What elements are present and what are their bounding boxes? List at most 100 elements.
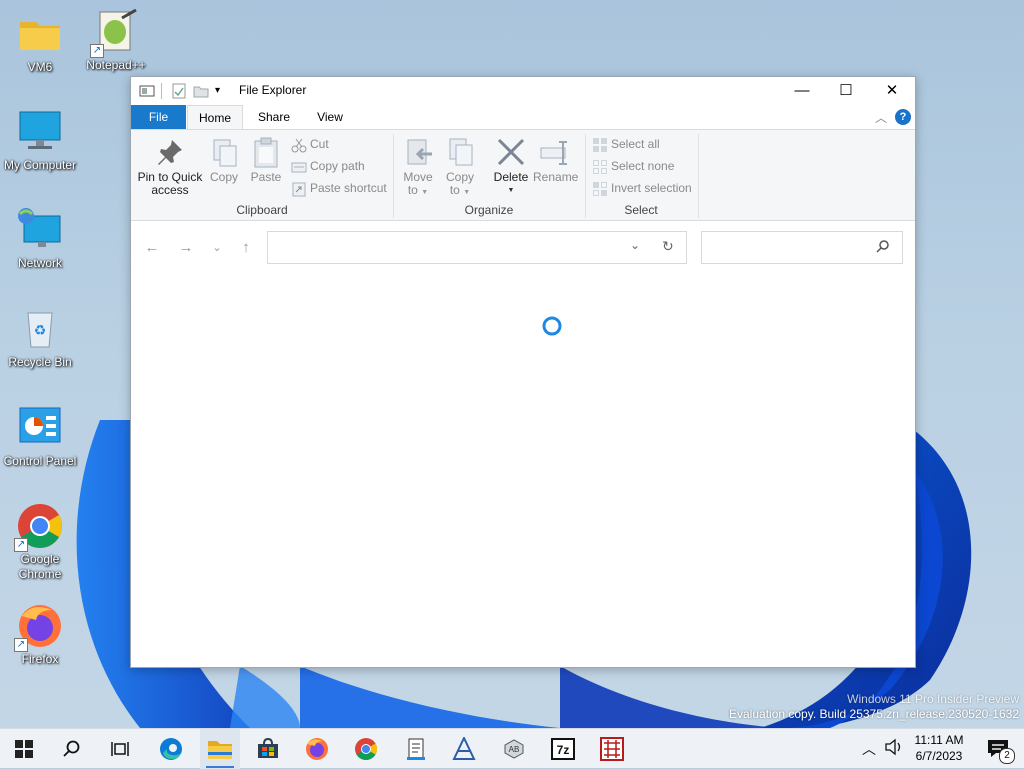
delete-label: Delete xyxy=(493,170,529,184)
taskbar: AB 7z ︿ 11:11 AM 6/7/2023 2 xyxy=(0,728,1024,769)
tab-view[interactable]: View xyxy=(307,105,353,129)
taskbar-app-b[interactable]: AB xyxy=(494,729,534,769)
notification-count-badge: 2 xyxy=(999,748,1015,764)
taskbar-chrome[interactable] xyxy=(346,729,386,769)
taskbar-app-a[interactable] xyxy=(444,729,484,769)
desktop-icon-google-chrome[interactable]: ↗ Google Chrome xyxy=(0,502,80,582)
desktop-icon-network[interactable]: Network xyxy=(0,206,80,271)
folder-icon xyxy=(208,741,232,759)
title-bar[interactable]: ▾ File Explorer ― ☐ ✕ xyxy=(131,77,915,105)
forward-arrow-icon[interactable]: → xyxy=(175,237,197,259)
desktop-icon-label: VM6 xyxy=(27,60,53,74)
move-to-button[interactable]: Move to ▼ xyxy=(401,136,435,199)
move-to-icon xyxy=(402,136,434,168)
select-none-icon xyxy=(592,159,608,175)
desktop-icon-label: Network xyxy=(17,256,62,270)
task-view-button[interactable] xyxy=(100,729,140,769)
chrome-icon xyxy=(355,738,377,760)
desktop-icon-label: Notepad++ xyxy=(86,58,146,72)
taskbar-microsoft-store[interactable] xyxy=(248,729,288,769)
address-input[interactable] xyxy=(274,233,628,265)
group-separator xyxy=(698,134,699,218)
up-arrow-icon[interactable]: ↑ xyxy=(235,237,257,259)
copy-path-icon xyxy=(291,159,307,175)
chevron-down-icon[interactable]: ▾ xyxy=(215,83,220,99)
desktop-icon-label: My Computer xyxy=(3,158,77,172)
compiler-app-icon xyxy=(452,737,476,760)
watermark-build: Evaluation copy. Build 25375.zn_release.… xyxy=(729,707,1019,721)
search-box[interactable] xyxy=(701,231,903,265)
search-input[interactable] xyxy=(708,233,872,265)
address-dropdown-chevron-icon[interactable]: ⌄ xyxy=(630,238,640,252)
svg-text:7z: 7z xyxy=(557,743,570,757)
tab-file[interactable]: File xyxy=(131,105,186,129)
select-none-button[interactable]: Select none xyxy=(592,157,674,175)
invert-selection-button[interactable]: Invert selection xyxy=(592,179,692,197)
svg-text:AB: AB xyxy=(509,745,520,754)
back-arrow-icon[interactable]: ← xyxy=(141,237,163,259)
group-label-organize: Organize xyxy=(464,203,514,217)
notifications-button[interactable]: 2 xyxy=(978,729,1018,769)
minimize-ribbon-icon[interactable]: ︿ xyxy=(875,109,887,126)
qat-separator xyxy=(161,83,162,99)
taskbar-7zip[interactable]: 7z xyxy=(543,729,583,769)
rename-button[interactable]: Rename xyxy=(533,136,578,184)
copy-label: Copy xyxy=(209,170,238,184)
tab-share[interactable]: Share xyxy=(251,105,297,129)
help-icon[interactable]: ? xyxy=(895,109,911,125)
maximize-button[interactable]: ☐ xyxy=(823,77,869,105)
checkmark-icon[interactable] xyxy=(171,83,187,99)
address-bar[interactable]: ⌄ ↻ xyxy=(267,231,687,265)
desktop-icon-control-panel[interactable]: Control Panel xyxy=(0,404,80,469)
desktop-icon-label: Google Chrome xyxy=(18,552,62,581)
copy-button[interactable]: Copy xyxy=(207,136,241,184)
copy-path-button[interactable]: Copy path xyxy=(291,157,365,175)
desktop-icon-my-computer[interactable]: My Computer xyxy=(0,108,80,173)
desktop-icon-label: Control Panel xyxy=(3,454,77,468)
desktop-icon-vm6[interactable]: VM6 xyxy=(0,10,80,75)
tray-clock[interactable]: 11:11 AM 6/7/2023 xyxy=(900,732,978,764)
paste-button[interactable]: Paste xyxy=(249,136,283,184)
desktop-icon-firefox[interactable]: ↗ Firefox xyxy=(0,602,80,667)
monitor-icon xyxy=(16,108,64,156)
desktop-icon-recycle-bin[interactable]: ♻ Recycle Bin xyxy=(0,305,80,370)
taskbar-app-c[interactable] xyxy=(592,729,632,769)
close-button[interactable]: ✕ xyxy=(869,77,915,105)
taskbar-firefox[interactable] xyxy=(297,729,337,769)
minimize-button[interactable]: ― xyxy=(779,77,825,105)
cut-button[interactable]: Cut xyxy=(291,135,329,153)
taskbar-file-explorer[interactable] xyxy=(200,729,240,769)
copy-icon xyxy=(208,136,240,168)
windows-logo-icon xyxy=(15,740,33,758)
taskbar-edge[interactable] xyxy=(151,729,191,769)
paste-shortcut-button[interactable]: Paste shortcut xyxy=(291,179,387,197)
firefox-icon: ↗ xyxy=(14,602,64,652)
refresh-icon[interactable]: ↻ xyxy=(662,238,674,255)
svg-text:♻: ♻ xyxy=(34,322,47,338)
select-none-label: Select none xyxy=(611,159,675,173)
tab-home[interactable]: Home xyxy=(187,105,243,129)
new-folder-icon[interactable] xyxy=(193,83,209,99)
select-all-button[interactable]: Select all xyxy=(592,135,660,153)
group-label-clipboard: Clipboard xyxy=(236,203,288,217)
invert-selection-icon xyxy=(592,181,608,197)
copy-to-button[interactable]: Copy to ▼ xyxy=(443,136,477,199)
recycle-bin-icon: ♻ xyxy=(16,305,64,353)
desktop-icon-notepadpp[interactable]: ↗ Notepad++ xyxy=(76,8,156,73)
loading-spinner-icon xyxy=(542,316,562,336)
edge-icon xyxy=(160,738,182,760)
delete-button[interactable]: Delete ▼ xyxy=(491,136,531,197)
chevron-down-icon: ▼ xyxy=(507,187,515,194)
recent-locations-chevron-icon[interactable]: ⌄ xyxy=(206,237,228,259)
cut-label: Cut xyxy=(310,137,329,151)
taskbar-notepad[interactable] xyxy=(396,729,436,769)
properties-icon[interactable] xyxy=(139,83,155,99)
pin-icon xyxy=(154,136,186,168)
pin-to-quick-access-button[interactable]: Pin to Quick access xyxy=(137,136,203,197)
paste-icon xyxy=(250,136,282,168)
notepadpp-icon: ↗ xyxy=(90,8,140,58)
start-button[interactable] xyxy=(4,729,44,769)
watermark-edition: Windows 11 Pro Insider Preview xyxy=(847,692,1019,706)
chevron-up-icon[interactable]: ︿ xyxy=(862,739,876,759)
search-button[interactable] xyxy=(52,729,92,769)
